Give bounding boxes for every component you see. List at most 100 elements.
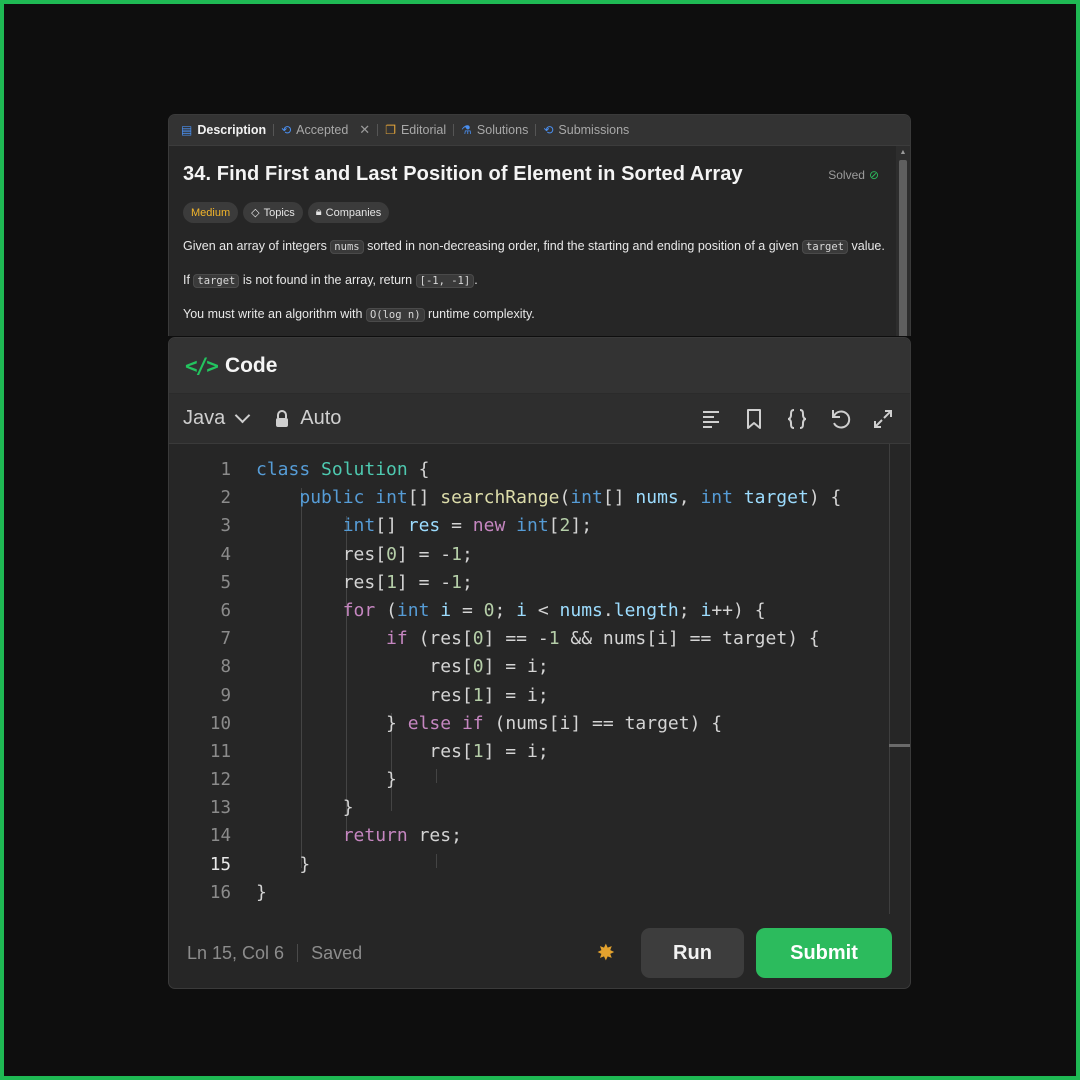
line-number: 13: [209, 798, 231, 819]
description-body: 34. Find First and Last Position of Elem…: [169, 163, 910, 336]
auto-mode[interactable]: Auto: [274, 407, 341, 430]
line-number: 10: [209, 713, 231, 734]
para-text: If: [183, 273, 194, 287]
language-select[interactable]: Java: [183, 407, 251, 430]
close-icon[interactable]: ✕: [359, 122, 370, 138]
solved-badge: Solved ⊘: [828, 168, 879, 182]
code-lines[interactable]: class Solution { public int[] searchRang…: [256, 456, 841, 907]
scroll-up-icon[interactable]: ▲: [896, 149, 910, 156]
bug-lock-icon[interactable]: ✸: [597, 940, 615, 966]
code-icon: </>: [185, 353, 219, 378]
code-line[interactable]: return res;: [256, 822, 841, 850]
line-number: 8: [220, 657, 231, 678]
check-circle-icon: ⊘: [868, 167, 879, 182]
undo-icon: [832, 409, 851, 428]
companies-tag[interactable]: 🔒︎ Companies: [307, 202, 390, 223]
expand-button[interactable]: [870, 406, 896, 432]
inline-code: O(log n): [365, 308, 425, 322]
code-line[interactable]: res[1] = i;: [256, 682, 841, 710]
line-number-gutter: 1 2 3 4 5 6 7 8 9 10 11 12 13 14 15 16: [169, 456, 231, 907]
code-line[interactable]: res[0] = -1;: [256, 541, 841, 569]
lock-icon: 🔒︎: [315, 206, 322, 218]
scroll-thumb[interactable]: [899, 160, 907, 336]
code-line[interactable]: }: [256, 879, 841, 907]
tab-divider: [453, 124, 455, 136]
code-line[interactable]: res[1] = -1;: [256, 569, 841, 597]
tab-description-label: Description: [197, 123, 267, 137]
line-number: 6: [220, 600, 231, 621]
inline-code: [-1, -1]: [415, 274, 475, 288]
code-line[interactable]: class Solution {: [256, 456, 841, 484]
solved-label: Solved: [828, 167, 865, 182]
tab-bar: ▤ Description ⟲ Accepted ✕ ❐ Editorial ⚗…: [169, 115, 910, 146]
language-label: Java: [183, 407, 226, 429]
para-text: .: [474, 273, 478, 287]
description-paragraph: If target is not found in the array, ret…: [183, 271, 896, 290]
braces-button[interactable]: [784, 406, 810, 432]
code-line[interactable]: res[1] = i;: [256, 738, 841, 766]
code-editor[interactable]: 1 2 3 4 5 6 7 8 9 10 11 12 13 14 15 16 c…: [169, 444, 910, 920]
tab-divider: [535, 124, 537, 136]
code-panel-title: Code: [224, 353, 278, 377]
tab-solutions-label: Solutions: [476, 123, 529, 137]
companies-label: Companies: [325, 206, 382, 219]
topics-label: Topics: [263, 206, 295, 219]
submit-button[interactable]: Submit: [756, 928, 892, 978]
code-line[interactable]: public int[] searchRange(int[] nums, int…: [256, 484, 841, 512]
para-text: value.: [848, 239, 885, 253]
history-icon: ⟲: [543, 123, 554, 137]
description-scrollbar[interactable]: ▲: [896, 146, 910, 336]
para-text: Given an array of integers: [183, 239, 331, 253]
code-line[interactable]: }: [256, 766, 841, 794]
difficulty-badge: Medium: [183, 202, 239, 223]
history-icon: ⟲: [281, 123, 292, 137]
inline-code: target: [193, 274, 240, 288]
line-number: 7: [220, 629, 231, 650]
code-line[interactable]: for (int i = 0; i < nums.length; i++) {: [256, 597, 841, 625]
code-line[interactable]: if (res[0] == -1 && nums[i] == target) {: [256, 625, 841, 653]
line-number-current: 15: [209, 854, 231, 875]
code-line[interactable]: }: [256, 794, 841, 822]
lock-icon: [276, 409, 289, 427]
description-icon: ▤: [181, 123, 193, 137]
description-panel: ▤ Description ⟲ Accepted ✕ ❐ Editorial ⚗…: [168, 114, 911, 336]
action-buttons: ✸ Run Submit: [597, 928, 892, 978]
tab-solutions[interactable]: ⚗ Solutions: [461, 115, 528, 145]
code-line[interactable]: } else if (nums[i] == target) {: [256, 710, 841, 738]
tab-divider: [377, 124, 379, 136]
editor-scroll-marker: [889, 744, 910, 747]
topics-tag[interactable]: ◇ Topics: [243, 202, 303, 223]
tab-accepted[interactable]: ⟲ Accepted ✕: [281, 115, 370, 145]
inline-code: target: [802, 240, 849, 254]
format-button[interactable]: [698, 406, 724, 432]
problem-title[interactable]: 34. Find First and Last Position of Elem…: [183, 163, 743, 186]
tab-description[interactable]: ▤ Description: [181, 115, 266, 145]
book-icon: ❐: [385, 123, 396, 137]
flask-icon: ⚗: [461, 123, 472, 137]
status-divider: [297, 944, 299, 962]
tab-divider: [273, 124, 275, 136]
code-line[interactable]: int[] res = new int[2];: [256, 512, 841, 540]
line-number: 5: [220, 572, 231, 593]
tab-submissions[interactable]: ⟲ Submissions: [543, 115, 629, 145]
editor-scrollbar[interactable]: [889, 444, 890, 914]
editor-status-bar: Ln 15, Col 6 Saved ✸ Run Submit: [169, 918, 910, 988]
braces-icon: [787, 408, 807, 429]
reset-button[interactable]: [827, 406, 853, 432]
tab-editorial[interactable]: ❐ Editorial: [385, 115, 446, 145]
bookmark-button[interactable]: [741, 406, 767, 432]
editor-toolbar: Java Auto: [169, 394, 910, 444]
tag-row: Medium ◇ Topics 🔒︎ Companies: [183, 202, 896, 223]
line-number: 12: [209, 770, 231, 791]
code-line[interactable]: }: [256, 851, 841, 879]
code-line[interactable]: res[0] = i;: [256, 653, 841, 681]
run-button[interactable]: Run: [641, 928, 744, 978]
inline-code: nums: [330, 240, 364, 254]
line-number: 14: [209, 826, 231, 847]
chevron-down-icon: [234, 407, 251, 424]
line-number: 1: [220, 460, 231, 480]
line-number: 11: [209, 741, 231, 762]
para-text: runtime complexity.: [424, 307, 535, 321]
line-number: 2: [220, 488, 231, 509]
para-text: You must write an algorithm with: [183, 307, 366, 321]
